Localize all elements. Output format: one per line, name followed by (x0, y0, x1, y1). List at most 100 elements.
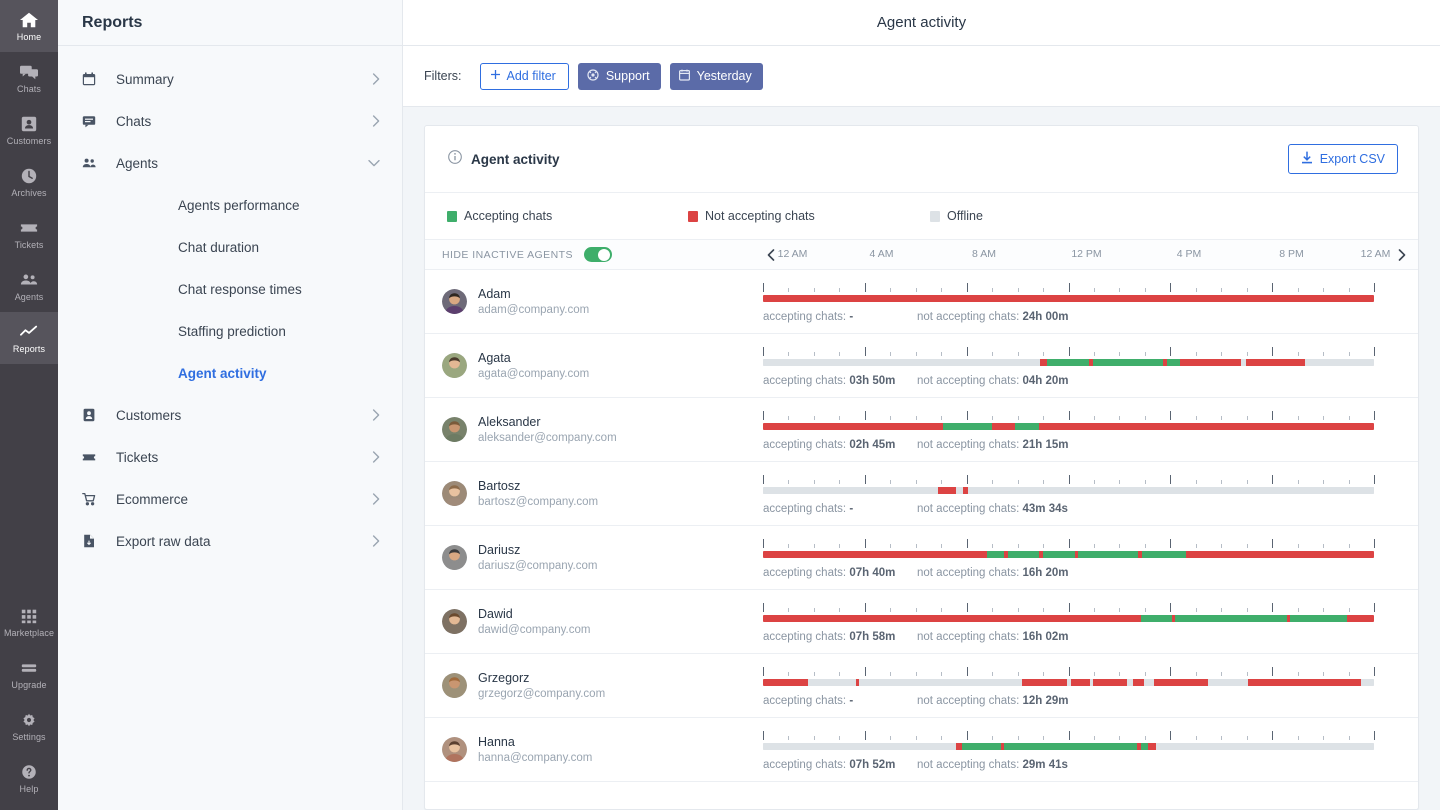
rail-item-label: Settings (12, 731, 46, 742)
axis-tick (1297, 544, 1299, 548)
chevron-right-icon[interactable] (372, 451, 380, 463)
axis-tick (1144, 416, 1146, 420)
rail-item-agents[interactable]: Agents (0, 260, 58, 312)
rail-item-customers[interactable]: Customers (0, 104, 58, 156)
filter-chip-support[interactable]: Support (577, 62, 661, 90)
axis-tick (1170, 347, 1172, 356)
agent-row[interactable]: Aleksander aleksander@company.com acceptin… (425, 398, 1418, 462)
rail-item-tickets[interactable]: Tickets (0, 208, 58, 260)
activity-bar[interactable] (763, 615, 1374, 622)
agent-timeline[interactable]: accepting chats: 03h 50m not accepting ch… (763, 334, 1418, 397)
axis-tick (1272, 667, 1274, 676)
activity-bar[interactable] (763, 423, 1374, 430)
axis-tick (915, 416, 917, 420)
agent-timeline[interactable]: accepting chats: 07h 58m not accepting ch… (763, 590, 1418, 653)
not-accepting-chats-value: 21h 15m (1022, 439, 1069, 451)
axis-tick (1221, 352, 1223, 356)
activity-bar[interactable] (763, 295, 1374, 302)
page-title: Agent activity (876, 14, 967, 31)
chevron-right-icon[interactable] (372, 73, 380, 85)
rail-item-chats[interactable]: Chats (0, 52, 58, 104)
info-icon[interactable] (448, 149, 462, 169)
axis-tick (1195, 736, 1197, 740)
axis-tick (1348, 544, 1350, 548)
sidebar-item-agents[interactable]: Agents (58, 142, 402, 184)
agent-name: Grzegorz (478, 670, 530, 685)
activity-segment-offline (1360, 679, 1374, 686)
customers-icon (19, 115, 39, 133)
agent-row[interactable]: Bartosz bartosz@company.com accepting chat… (425, 462, 1418, 526)
next-day-button[interactable] (1394, 248, 1410, 261)
activity-bar[interactable] (763, 551, 1374, 558)
agent-stats: accepting chats: - not accepting chats: 2… (763, 311, 1069, 323)
activity-bar[interactable] (763, 679, 1374, 686)
upgrade-icon (19, 659, 39, 677)
card-title: Agent activity (471, 151, 560, 167)
hide-inactive-agents-toggle[interactable] (583, 247, 612, 262)
sidebar-item-export-raw-data[interactable]: Export raw data (58, 520, 402, 562)
rail-item-settings[interactable]: Settings (0, 700, 58, 752)
sidebar-subitem-agent-activity[interactable]: Agent activity (58, 352, 402, 394)
hide-inactive-agents-control[interactable]: HIDE INACTIVE AGENTS (425, 247, 763, 262)
agent-identity: Dariusz dariusz@company.com (425, 526, 763, 589)
agent-row[interactable]: Dawid dawid@company.com accepting chats: 0… (425, 590, 1418, 654)
sidebar-subitem-chat-duration[interactable]: Chat duration (58, 226, 402, 268)
sidebar-subitem-staffing-prediction[interactable]: Staffing prediction (58, 310, 402, 352)
agent-identity: Adam adam@company.com (425, 270, 763, 333)
agent-row[interactable]: Hanna hanna@company.com accepting chats: 0… (425, 718, 1418, 782)
not-accepting-chats-stat: not accepting chats: 04h 20m (917, 375, 1069, 387)
activity-bar[interactable] (763, 487, 1374, 494)
axis-tick (788, 480, 790, 484)
agent-timeline[interactable]: accepting chats: 07h 40m not accepting ch… (763, 526, 1418, 589)
chevron-down-icon[interactable] (368, 159, 380, 167)
hide-inactive-agents-label: HIDE INACTIVE AGENTS (442, 248, 573, 261)
axis-tick (1323, 288, 1325, 292)
axis-tick (1119, 672, 1121, 676)
sidebar-item-summary[interactable]: Summary (58, 58, 402, 100)
chevron-right-icon[interactable] (372, 535, 380, 547)
chevron-right-icon[interactable] (372, 115, 380, 127)
not-accepting-chats-label: not accepting chats: (917, 375, 1020, 387)
accepting-chats-value: - (849, 311, 854, 323)
agent-timeline[interactable]: accepting chats: - not accepting chats: 2… (763, 270, 1418, 333)
add-filter-button[interactable]: Add filter (479, 62, 569, 90)
rail-item-marketplace[interactable]: Marketplace (0, 596, 58, 648)
sidebar-item-customers[interactable]: Customers (58, 394, 402, 436)
agent-timeline[interactable]: accepting chats: - not accepting chats: 1… (763, 654, 1418, 717)
sidebar-item-tickets[interactable]: Tickets (58, 436, 402, 478)
sidebar-subitem-agents-performance[interactable]: Agents performance (58, 184, 402, 226)
agent-timeline[interactable]: accepting chats: - not accepting chats: 4… (763, 462, 1418, 525)
rail-item-reports[interactable]: Reports (0, 312, 58, 364)
axis-tick (1017, 672, 1019, 676)
chevron-right-icon[interactable] (372, 493, 380, 505)
sidebar-item-chats[interactable]: Chats (58, 100, 402, 142)
filter-chip-yesterday[interactable]: Yesterday (669, 62, 763, 90)
agent-stats: accepting chats: 07h 40m not accepting ch… (763, 567, 1069, 579)
activity-segment-offline (763, 487, 938, 494)
axis-tick (941, 480, 943, 484)
sidebar-item-ecommerce[interactable]: Ecommerce (58, 478, 402, 520)
rail-item-archives[interactable]: Archives (0, 156, 58, 208)
sidebar-subitem-chat-response-times[interactable]: Chat response times (58, 268, 402, 310)
agent-timeline[interactable]: accepting chats: 02h 45m not accepting ch… (763, 398, 1418, 461)
export-csv-button[interactable]: Export CSV (1287, 144, 1398, 174)
agent-row[interactable]: Grzegorz grzegorz@company.com accepting ch… (425, 654, 1418, 718)
chevron-right-icon[interactable] (372, 409, 380, 421)
axis-tick (1221, 288, 1223, 292)
axis-tick (1374, 539, 1375, 548)
activity-bar[interactable] (763, 743, 1374, 750)
chats-icon (19, 63, 39, 81)
axis-tick (839, 544, 841, 548)
axis-tick (1195, 544, 1197, 548)
axis-tick (1017, 736, 1019, 740)
agent-timeline[interactable]: accepting chats: 07h 52m not accepting ch… (763, 718, 1418, 781)
agent-row[interactable]: Adam adam@company.com accepting chats: - no… (425, 270, 1418, 334)
agent-row[interactable]: Dariusz dariusz@company.com accepting chat… (425, 526, 1418, 590)
rail-item-home[interactable]: Home (0, 0, 58, 52)
agent-row[interactable]: Agata agata@company.com accepting chats: 0… (425, 334, 1418, 398)
rail-item-upgrade[interactable]: Upgrade (0, 648, 58, 700)
rail-item-help[interactable]: Help (0, 752, 58, 804)
previous-day-button[interactable] (763, 248, 779, 261)
axis-tick (1093, 672, 1095, 676)
activity-bar[interactable] (763, 359, 1374, 366)
